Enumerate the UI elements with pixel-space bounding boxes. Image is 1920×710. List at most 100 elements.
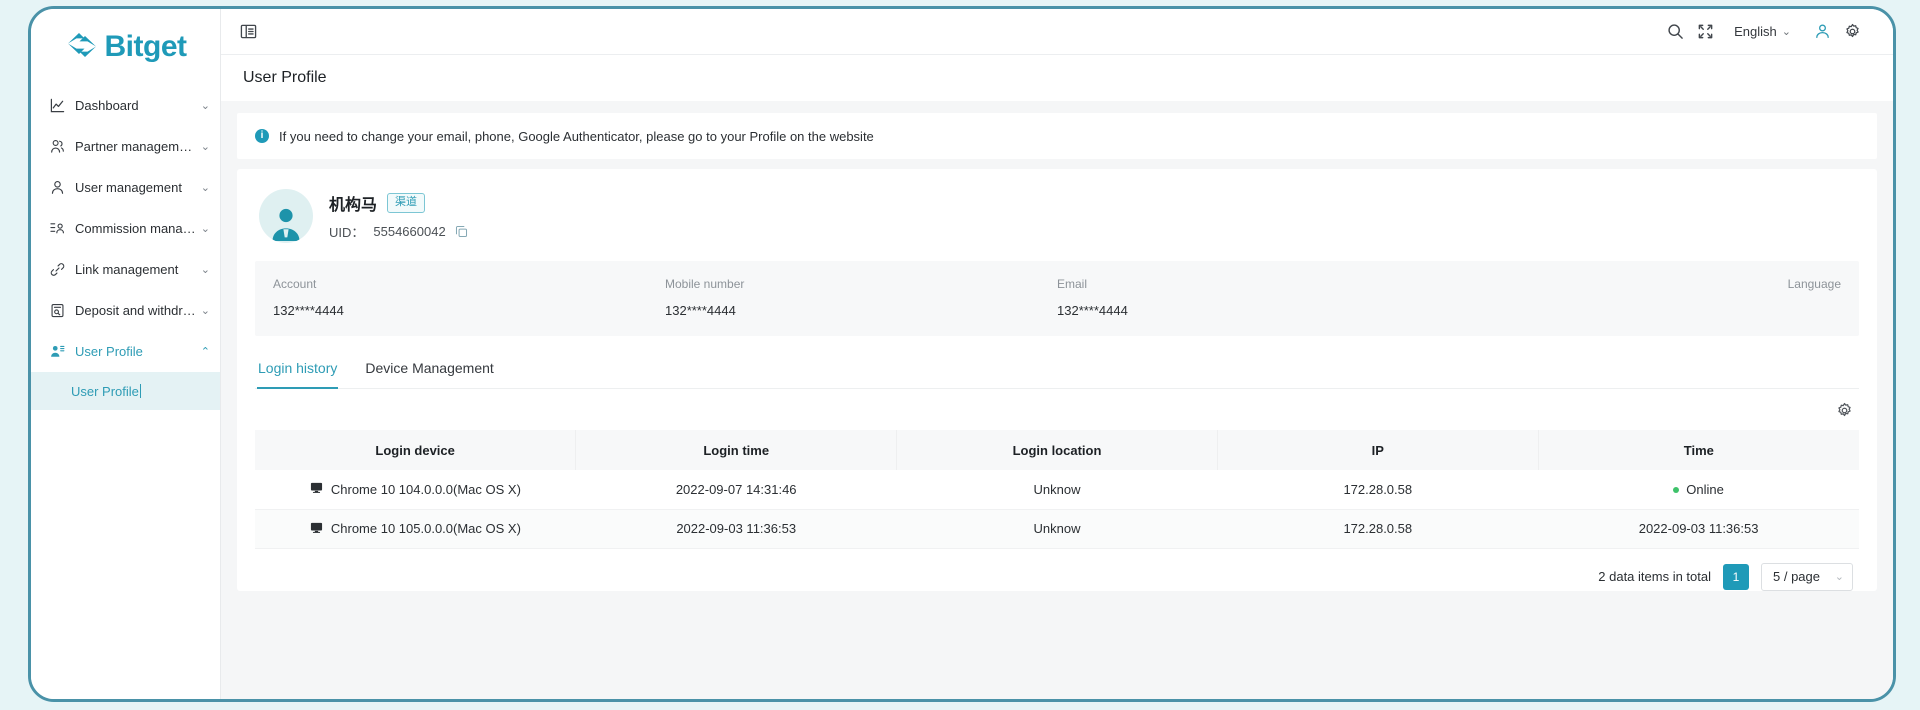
column-header-time: Time [1538, 430, 1859, 470]
chevron-down-icon: ⌄ [200, 100, 210, 112]
sidebar-item-label: Deposit and withdrawal i... [75, 303, 197, 318]
page-title: User Profile [243, 69, 327, 86]
uid-label: UID： [329, 225, 365, 240]
chevron-down-icon: ⌄ [200, 182, 210, 194]
info-label: Mobile number [665, 277, 745, 291]
profile-name-row: 机构马 渠道 [329, 191, 468, 215]
sidebar-item-user-profile[interactable]: User Profile ⌃ [31, 331, 220, 372]
info-label: Email [1057, 277, 1088, 291]
brand-logo[interactable]: Bitget [31, 9, 220, 85]
info-alert-text: If you need to change your email, phone,… [279, 128, 874, 144]
cell-login-device: Chrome 10 105.0.0.0(Mac OS X) [255, 509, 576, 549]
sidebar-item-user-management[interactable]: User management ⌄ [31, 167, 220, 208]
tab-bar: Login history Device Management [255, 350, 1859, 389]
app-window: Bitget Dashboard ⌄ Partner management ⌄ … [28, 6, 1896, 702]
table-toolbar [255, 389, 1859, 430]
online-status-dot [1673, 487, 1680, 494]
sidebar-item-label: Commission management [75, 221, 197, 236]
tab-login-history[interactable]: Login history [257, 350, 339, 389]
table-body: Chrome 10 104.0.0.0(Mac OS X) 2022-09-07… [255, 470, 1859, 549]
info-value: 132****4444 [273, 303, 344, 318]
info-alert: i If you need to change your email, phon… [237, 113, 1877, 159]
user-name: 机构马 [329, 197, 378, 214]
page-size-select[interactable]: 5 / page ⌄ [1761, 562, 1853, 591]
avatar-person-icon [272, 208, 300, 241]
brand-name: Bitget [104, 30, 188, 63]
pagination-page-1[interactable]: 1 [1723, 563, 1749, 590]
cell-time: 2022-09-03 11:36:53 [1538, 509, 1859, 549]
info-field-mobile-number: Mobile number 132****4444 [665, 277, 1057, 319]
cell-ip: 172.28.0.58 [1217, 470, 1539, 510]
profile-header: 机构马 渠道 UID： 5554660042 [255, 189, 1859, 243]
top-bar: English ⌄ [221, 9, 1893, 55]
status-text: Online [1686, 481, 1724, 497]
uid-row: UID： 5554660042 [329, 222, 468, 241]
account-user-icon[interactable] [1807, 17, 1837, 47]
uid-value: 5554660042 [373, 224, 446, 239]
profile-panel: 机构马 渠道 UID： 5554660042 Account 132****44… [237, 169, 1877, 591]
sidebar-subitem-user-profile[interactable]: User Profile [31, 372, 220, 410]
sidebar-item-partner-management[interactable]: Partner management ⌄ [31, 126, 220, 167]
column-header-login-device: Login device [255, 430, 577, 470]
partner-users-icon [49, 138, 66, 155]
sidebar-item-link-management[interactable]: Link management ⌄ [31, 249, 220, 290]
chevron-down-icon: ⌄ [200, 141, 210, 153]
sidebar-item-commission-management[interactable]: Commission management ⌄ [31, 208, 220, 249]
table-row: Chrome 10 105.0.0.0(Mac OS X) 2022-09-03… [255, 509, 1859, 549]
sidebar-item-label: Dashboard [75, 98, 139, 113]
device-cell: Chrome 10 104.0.0.0(Mac OS X) [310, 481, 521, 497]
gear-icon[interactable] [1837, 17, 1867, 47]
sidebar-item-label: User management [75, 180, 182, 195]
monitor-icon [310, 481, 323, 497]
sidebar-item-deposit-withdrawal[interactable]: Deposit and withdrawal i... ⌄ [31, 290, 220, 331]
main-area: English ⌄ User Profile i If you need to … [221, 9, 1893, 699]
info-value [1449, 303, 1841, 319]
sidebar-item-label: Partner management [75, 139, 197, 154]
column-header-ip: IP [1217, 430, 1539, 470]
sidebar: Bitget Dashboard ⌄ Partner management ⌄ … [31, 9, 221, 699]
column-header-login-location: Login location [896, 430, 1218, 470]
page-header: User Profile [221, 55, 1893, 101]
pagination: 2 data items in total 1 5 / page ⌄ [255, 549, 1859, 591]
sidebar-item-label: Link management [75, 262, 179, 277]
cell-login-time: 2022-09-07 14:31:46 [575, 470, 897, 510]
info-label: Account [273, 277, 317, 291]
user-icon [49, 179, 66, 196]
info-field-language: Language [1449, 277, 1841, 319]
table-header-row: Login device Login time Login location I… [255, 430, 1859, 470]
info-field-account: Account 132****4444 [273, 277, 665, 319]
info-value: 132****4444 [1057, 303, 1128, 318]
info-field-email: Email 132****4444 [1057, 277, 1449, 319]
content-region: i If you need to change your email, phon… [221, 101, 1893, 699]
avatar [259, 189, 313, 243]
chevron-down-icon: ⌄ [200, 305, 210, 317]
profile-info-strip: Account 132****4444 Mobile number 132***… [255, 261, 1859, 336]
menu-fold-icon[interactable] [233, 17, 263, 47]
status-badge: 渠道 [387, 193, 426, 213]
pagination-total: 2 data items in total [1598, 569, 1711, 584]
cell-login-time: 2022-09-03 11:36:53 [575, 509, 897, 549]
tab-device-management[interactable]: Device Management [364, 350, 494, 389]
table-head: Login device Login time Login location I… [255, 430, 1859, 470]
chart-line-icon [49, 97, 66, 114]
info-mark: i [260, 130, 264, 141]
login-history-table: Login device Login time Login location I… [255, 430, 1859, 549]
copy-icon[interactable] [455, 225, 468, 238]
gear-icon[interactable] [1836, 402, 1853, 419]
fullscreen-icon[interactable] [1690, 17, 1720, 47]
chevron-down-icon: ⌄ [200, 223, 210, 235]
cell-login-location: Unknow [896, 509, 1218, 549]
monitor-icon [310, 521, 323, 537]
cell-ip: 172.28.0.58 [1217, 509, 1539, 549]
cell-login-location: Unknow [896, 470, 1218, 510]
search-icon[interactable] [1660, 17, 1690, 47]
link-chain-icon [49, 261, 66, 278]
cell-time: Online [1538, 470, 1859, 510]
document-search-icon [49, 302, 66, 319]
column-header-login-time: Login time [575, 430, 898, 470]
language-selector[interactable]: English ⌄ [1734, 24, 1791, 39]
device-name: Chrome 10 104.0.0.0(Mac OS X) [330, 481, 521, 497]
sidebar-item-dashboard[interactable]: Dashboard ⌄ [31, 85, 220, 126]
page-size-value: 5 / page [1773, 569, 1820, 584]
commission-list-user-icon [49, 220, 66, 237]
